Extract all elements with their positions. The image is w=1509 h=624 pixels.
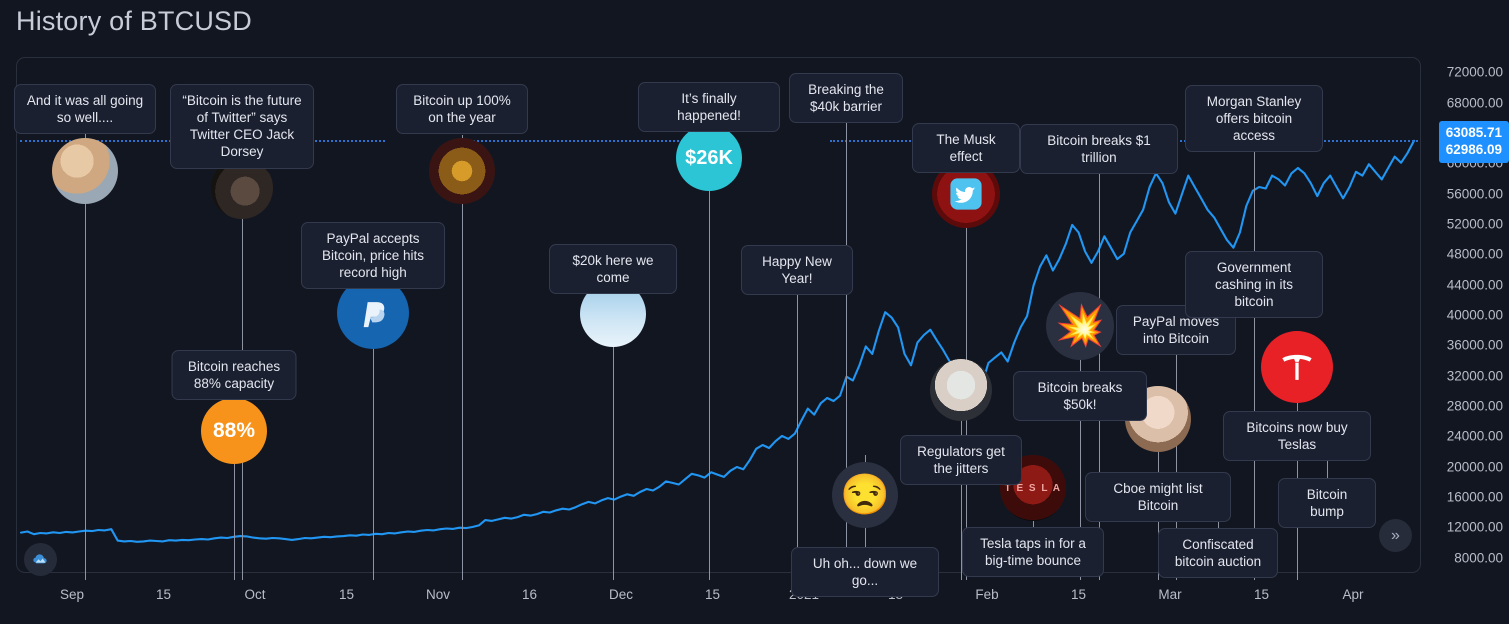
paypal-glyph <box>363 302 385 328</box>
y-axis-tick: 32000.00 <box>1446 368 1503 384</box>
y-axis-tick: 72000.00 <box>1446 64 1503 80</box>
annotation-label-the-musk-effect[interactable]: The Musk effect <box>912 123 1020 174</box>
x-axis-tick: 16 <box>521 587 538 602</box>
chart-app: History of BTCUSD 72000.0068000.0064000.… <box>0 0 1509 624</box>
annotation-label-breaking-the-40k-barrier[interactable]: Breaking the $40k barrier <box>789 73 903 124</box>
annotation-label-bitcoin-reaches-88-capacity[interactable]: Bitcoin reaches 88% capacity <box>171 350 297 401</box>
price-badge[interactable]: $26K <box>676 125 742 191</box>
y-axis-tick: 68000.00 <box>1446 95 1503 111</box>
cat-photo-avatar[interactable] <box>52 138 118 204</box>
annotation-label-regulators-get-the-jitters[interactable]: Regulators get the jitters <box>900 435 1022 486</box>
y-axis-tick: 48000.00 <box>1446 246 1503 262</box>
annotation-label-morgan-stanley-offers-bitcoin-access[interactable]: Morgan Stanley offers bitcoin access <box>1185 85 1323 153</box>
y-axis-tick: 8000.00 <box>1454 550 1503 566</box>
janet-yellen-photo-avatar[interactable] <box>930 359 992 421</box>
x-axis-tick: Dec <box>608 587 634 602</box>
x-axis-tick: Sep <box>59 587 85 602</box>
annotation-label-paypal-accepts-bitcoin[interactable]: PayPal accepts Bitcoin, price hits recor… <box>301 222 445 290</box>
x-axis-tick: 15 <box>155 587 172 602</box>
page-title: History of BTCUSD <box>16 6 252 36</box>
x-axis-tick: 15 <box>704 587 721 602</box>
annotation-label-bitcoins-now-buy-teslas[interactable]: Bitcoins now buy Teslas <box>1223 411 1371 462</box>
last-price: 63085.71 <box>1445 125 1502 140</box>
y-axis-tick: 36000.00 <box>1446 337 1503 353</box>
annotation-label-20k-here-we-come[interactable]: $20k here we come <box>549 244 677 295</box>
golden-throne-photo-avatar[interactable] <box>429 138 495 204</box>
x-axis-tick: Mar <box>1158 587 1182 602</box>
y-axis-tick: 16000.00 <box>1446 489 1503 505</box>
percent-badge[interactable]: 88% <box>201 398 267 464</box>
y-axis-tick: 44000.00 <box>1446 277 1503 293</box>
annotation-stem <box>709 135 710 580</box>
explosion-emoji[interactable]: 💥 <box>1046 292 1114 360</box>
annotation-label-bitcoin-breaks-1-trillion[interactable]: Bitcoin breaks $1 trillion <box>1020 124 1178 175</box>
y-axis-tick: 40000.00 <box>1446 307 1503 323</box>
annotation-label-confiscated-bitcoin-auction[interactable]: Confiscated bitcoin auction <box>1158 528 1278 579</box>
x-axis-tick: 15 <box>1253 587 1270 602</box>
annotation-label-bitcoin-future-of-twitter[interactable]: “Bitcoin is the future of Twitter” says … <box>170 84 314 169</box>
x-axis-tick: 15 <box>338 587 355 602</box>
annotation-label-bitcoin-breaks-50k[interactable]: Bitcoin breaks $50k! <box>1013 371 1147 422</box>
y-axis-tick: 52000.00 <box>1446 216 1503 232</box>
x-axis-tick: Feb <box>975 587 999 602</box>
tesla-logo-avatar[interactable] <box>1261 331 1333 403</box>
next-page-button[interactable]: » <box>1379 519 1412 552</box>
annotation-label-happy-new-year[interactable]: Happy New Year! <box>741 245 853 296</box>
annotation-label-cboe-might-list-bitcoin[interactable]: Cboe might list Bitcoin <box>1085 472 1231 523</box>
previous-price: 62986.09 <box>1445 142 1502 158</box>
brand-logo-icon <box>24 543 57 576</box>
annotation-label-and-it-was-all-going-so-well[interactable]: And it was all going so well.... <box>14 84 156 135</box>
tesla-glyph <box>1282 354 1312 380</box>
annotation-label-its-finally-happened[interactable]: It’s finally happened! <box>638 82 780 133</box>
x-axis-tick: Oct <box>244 587 266 602</box>
y-axis-tick: 12000.00 <box>1446 519 1503 535</box>
annotation-stem <box>797 272 798 580</box>
x-axis-tick: Nov <box>425 587 451 602</box>
unamused-face-emoji[interactable]: 😒 <box>832 462 898 528</box>
y-axis-tick: 28000.00 <box>1446 398 1503 414</box>
emoji-glyph: 💥 <box>1055 304 1105 348</box>
annotation-label-bitcoin-up-100-on-the-year[interactable]: Bitcoin up 100% on the year <box>396 84 528 135</box>
y-axis-tick: 56000.00 <box>1446 186 1503 202</box>
annotation-label-uh-oh-down-we-go[interactable]: Uh oh... down we go... <box>791 547 939 598</box>
annotation-label-bitcoin-bump[interactable]: Bitcoin bump <box>1278 478 1376 529</box>
x-axis-tick: 15 <box>1070 587 1087 602</box>
annotation-label-government-cashing-in-its-bitcoin[interactable]: Government cashing in its bitcoin <box>1185 251 1323 319</box>
y-axis-tick: 24000.00 <box>1446 428 1503 444</box>
annotation-label-tesla-big-time-bounce[interactable]: Tesla taps in for a big-time bounce <box>962 527 1104 578</box>
price-tooltip: 63085.71 62986.09 <box>1438 121 1509 163</box>
emoji-glyph: 😒 <box>840 473 890 517</box>
twitter-app-glyph <box>950 178 982 210</box>
y-axis-tick: 20000.00 <box>1446 459 1503 475</box>
x-axis-tick: Apr <box>1342 587 1364 602</box>
x-axis: Sep15Oct15Nov16Dec15202118Feb15Mar15Apr <box>16 575 1421 615</box>
